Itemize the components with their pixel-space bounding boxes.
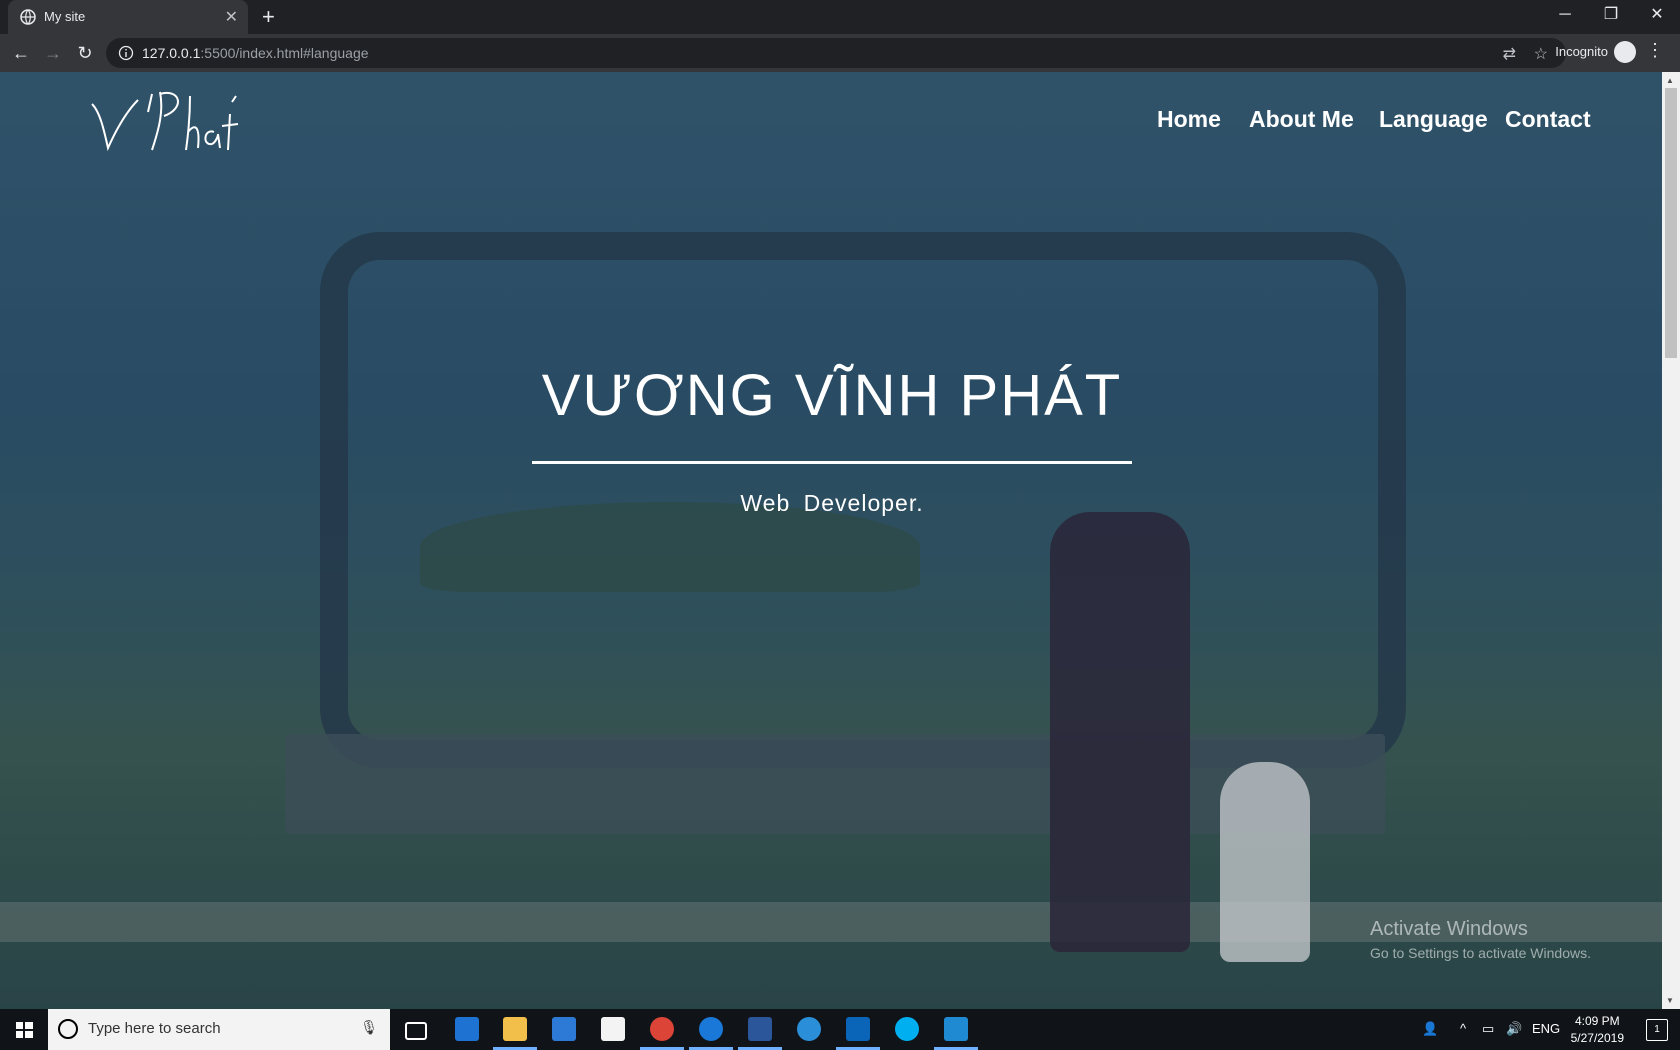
- page-scrollbar[interactable]: ▲ ▼: [1662, 72, 1680, 1009]
- new-tab-button[interactable]: +: [262, 4, 275, 30]
- skype-icon[interactable]: [895, 1017, 919, 1041]
- scroll-down-icon[interactable]: ▼: [1666, 996, 1674, 1005]
- browser-tab[interactable]: My site ✕: [8, 0, 248, 34]
- clock-time: 4:09 PM: [1574, 1014, 1620, 1028]
- back-icon[interactable]: ←: [10, 42, 32, 64]
- close-window-button[interactable]: ✕: [1634, 0, 1680, 32]
- hero-section: Home About Me Language Contact VƯƠNG VĨN…: [0, 72, 1662, 1009]
- scrollbar-thumb[interactable]: [1665, 88, 1677, 358]
- windows-taskbar: Type here to search 🎙 👤 ^ ▭ 🔊 ENG 4:09 P…: [0, 1009, 1680, 1050]
- browser-tabstrip: My site ✕ + ─ ❐ ✕: [0, 0, 1680, 34]
- watermark-title: Activate Windows: [1370, 918, 1528, 940]
- incognito-icon[interactable]: [1614, 41, 1636, 63]
- info-icon[interactable]: [118, 45, 134, 61]
- hero-underline: [532, 461, 1132, 464]
- browser-toolbar: ← → ↻ 127.0.0.1:5500/index.html#language…: [0, 34, 1680, 73]
- people-icon[interactable]: 👤: [1422, 1021, 1438, 1037]
- url-host: 127.0.0.1: [142, 45, 201, 61]
- address-bar[interactable]: 127.0.0.1:5500/index.html#language ⇄ ☆: [106, 38, 1566, 68]
- minimize-button[interactable]: ─: [1542, 0, 1588, 32]
- activate-windows-watermark: Activate Windows Go to Settings to activ…: [1370, 918, 1591, 961]
- cortana-icon: [58, 1019, 78, 1039]
- watermark-subtitle: Go to Settings to activate Windows.: [1370, 945, 1591, 961]
- edge-icon[interactable]: [455, 1017, 479, 1041]
- nav-home[interactable]: Home: [1157, 106, 1221, 133]
- hero-subtitle: Web Developer.: [740, 490, 924, 516]
- chrome-icon[interactable]: [650, 1017, 674, 1041]
- search-placeholder: Type here to search: [88, 1020, 221, 1037]
- nav-contact[interactable]: Contact: [1505, 106, 1591, 133]
- chevron-up-icon[interactable]: ^: [1460, 1021, 1466, 1036]
- incognito-label: Incognito: [1555, 44, 1608, 59]
- clock-date: 5/27/2019: [1570, 1031, 1624, 1045]
- notification-center-icon[interactable]: 1: [1646, 1019, 1668, 1041]
- nav-about-me[interactable]: About Me: [1249, 106, 1354, 133]
- tab-close-icon[interactable]: ✕: [225, 7, 238, 27]
- outlook-icon[interactable]: [846, 1017, 870, 1041]
- hero-title: VƯƠNG VĨNH PHÁT: [541, 363, 1123, 428]
- browser-menu-icon[interactable]: ⋮: [1646, 40, 1664, 61]
- file-explorer-icon[interactable]: [503, 1017, 527, 1041]
- microphone-icon[interactable]: 🎙: [360, 1019, 378, 1036]
- volume-icon[interactable]: 🔊: [1506, 1021, 1522, 1037]
- taskbar-clock[interactable]: 4:09 PM 5/27/2019: [1571, 1013, 1624, 1047]
- task-view-icon[interactable]: [405, 1022, 427, 1040]
- star-icon[interactable]: ☆: [1534, 44, 1548, 64]
- translate-icon[interactable]: ⇄: [1503, 44, 1516, 64]
- forward-icon[interactable]: →: [42, 42, 64, 64]
- mail-icon[interactable]: [601, 1017, 625, 1041]
- background-dog: [1220, 762, 1310, 962]
- url-path: :5500/index.html#language: [200, 45, 369, 61]
- scroll-up-icon[interactable]: ▲: [1666, 76, 1674, 85]
- windows-start-icon[interactable]: [0, 1009, 48, 1050]
- language-indicator[interactable]: ENG: [1532, 1021, 1560, 1036]
- word-icon[interactable]: [748, 1017, 772, 1041]
- network-icon[interactable]: ▭: [1482, 1021, 1494, 1037]
- nav-language[interactable]: Language: [1379, 106, 1488, 133]
- globe-icon: [20, 9, 36, 25]
- teamviewer-icon[interactable]: [699, 1017, 723, 1041]
- tab-title: My site: [44, 9, 86, 24]
- background-person: [1050, 512, 1190, 952]
- store-icon[interactable]: [552, 1017, 576, 1041]
- site-logo[interactable]: [90, 82, 250, 162]
- url-text: 127.0.0.1:5500/index.html#language: [142, 45, 369, 61]
- reload-icon[interactable]: ↻: [74, 42, 96, 64]
- restore-button[interactable]: ❐: [1588, 0, 1634, 32]
- taskbar-search[interactable]: Type here to search 🎙: [48, 1009, 390, 1050]
- vscode-icon[interactable]: [944, 1017, 968, 1041]
- internet-explorer-icon[interactable]: [797, 1017, 821, 1041]
